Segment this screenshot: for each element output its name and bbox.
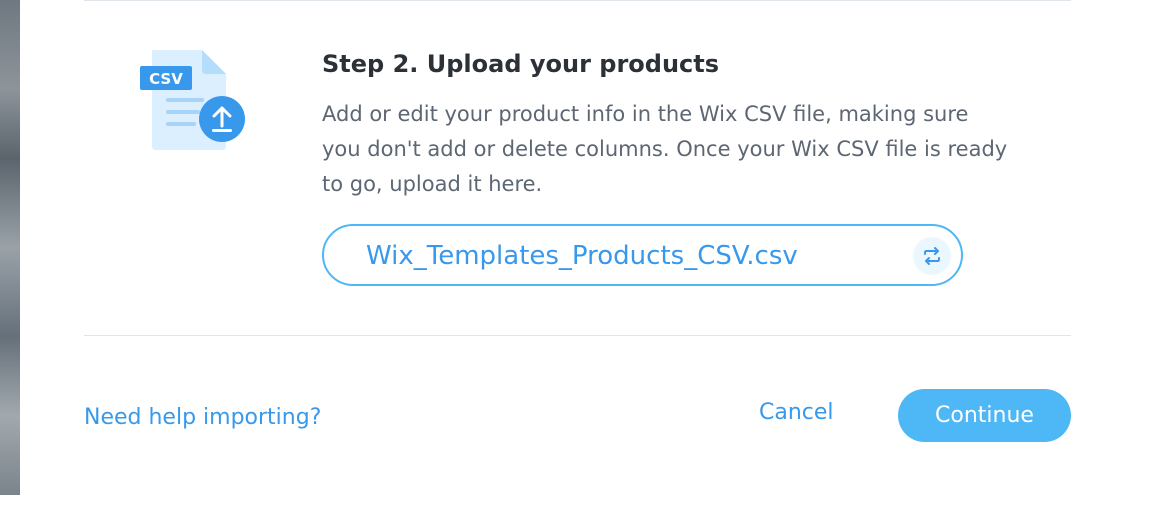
import-products-dialog: CSV Step 2. Upload your products Add or … (20, 0, 1176, 530)
background-page-bottom (0, 495, 20, 530)
csv-badge-label: CSV (149, 70, 183, 88)
step-title: Step 2. Upload your products (322, 50, 720, 78)
csv-upload-icon: CSV (140, 50, 245, 150)
replace-arrows-icon (924, 247, 940, 265)
uploaded-file-name: Wix_Templates_Products_CSV.csv (366, 241, 798, 271)
step-description: Add or edit your product info in the Wix… (322, 102, 1008, 196)
continue-button[interactable]: Continue (898, 389, 1071, 442)
top-divider (84, 0, 1071, 1)
help-importing-link[interactable]: Need help importing? (84, 405, 321, 430)
uploaded-file-field[interactable]: Wix_Templates_Products_CSV.csv (322, 224, 963, 286)
footer-divider (84, 335, 1071, 336)
replace-file-button[interactable] (913, 237, 951, 275)
background-page-strip (0, 0, 20, 495)
cancel-button[interactable]: Cancel (759, 400, 834, 425)
csv-upload-illustration: CSV (140, 46, 246, 154)
